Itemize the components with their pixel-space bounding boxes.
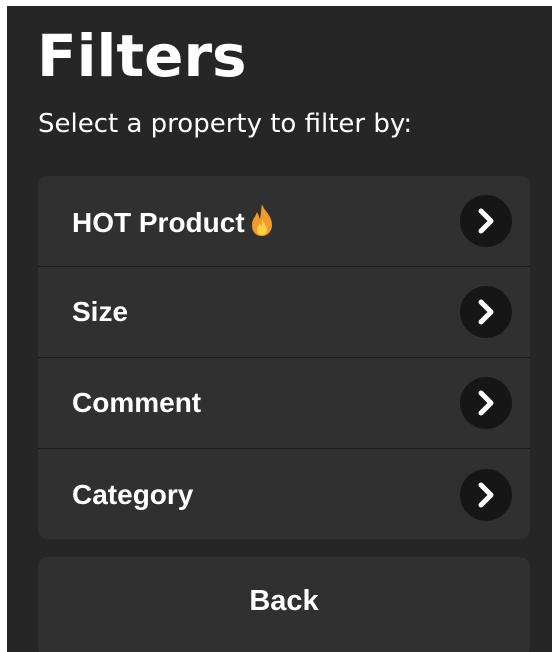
- filter-item-size[interactable]: Size: [38, 267, 530, 358]
- filter-list: HOT Product Size Comment Category: [38, 176, 530, 539]
- filter-item-hot-product[interactable]: HOT Product: [38, 176, 530, 267]
- chevron-right-icon[interactable]: [460, 286, 512, 338]
- chevron-right-icon[interactable]: [460, 195, 512, 247]
- page-title: Filters: [37, 22, 247, 90]
- filter-item-comment[interactable]: Comment: [38, 358, 530, 449]
- filter-item-label: Category: [72, 479, 194, 510]
- back-button[interactable]: Back: [38, 557, 530, 652]
- filter-item-label: Size: [72, 296, 129, 327]
- filter-item-category[interactable]: Category: [38, 449, 530, 539]
- filters-panel: Filters Select a property to filter by: …: [7, 6, 552, 652]
- filter-item-label: HOT Product: [72, 203, 275, 239]
- chevron-right-icon[interactable]: [460, 377, 512, 429]
- filter-item-label-text: HOT Product: [72, 207, 245, 238]
- fire-emoji-icon: [249, 203, 275, 239]
- page-subtitle: Select a property to filter by:: [38, 109, 413, 139]
- chevron-right-icon[interactable]: [460, 469, 512, 521]
- filter-item-label: Comment: [72, 387, 202, 418]
- back-button-label: Back: [249, 585, 319, 617]
